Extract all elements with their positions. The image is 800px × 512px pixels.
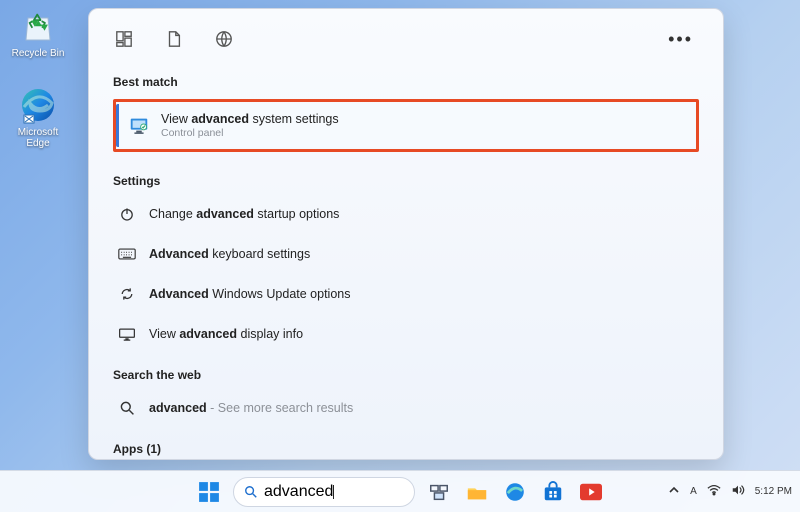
settings-result[interactable]: View advanced display info — [113, 316, 699, 352]
section-apps: Apps (1) — [113, 442, 699, 456]
search-icon — [244, 485, 258, 499]
text-bold: advanced — [191, 112, 249, 126]
language-indicator[interactable]: A — [690, 486, 697, 497]
highlight-annotation: View advanced system settings Control pa… — [113, 99, 699, 152]
volume-icon[interactable] — [731, 484, 745, 499]
system-tray[interactable]: A 5:12 PM — [668, 484, 792, 499]
taskbar-app-store[interactable] — [539, 478, 567, 506]
t: advanced — [179, 327, 237, 341]
t: Windows Update options — [209, 287, 351, 301]
t: Advanced — [149, 287, 209, 301]
display-icon — [117, 324, 137, 344]
text-post: system settings — [249, 112, 339, 126]
text-pre: View — [161, 112, 191, 126]
t: Change — [149, 207, 196, 221]
web-result[interactable]: advanced - See more search results — [113, 390, 699, 426]
t: display info — [237, 327, 303, 341]
text-caret — [333, 485, 334, 499]
taskbar-center: advanced — [195, 477, 605, 507]
settings-results-list: Change advanced startup options Advanced… — [113, 196, 699, 352]
taskbar-search[interactable]: advanced — [233, 477, 415, 507]
taskbar: advanced A 5:12 PM — [0, 470, 800, 512]
task-view-button[interactable] — [425, 478, 453, 506]
filter-web-icon[interactable] — [213, 28, 235, 50]
best-match-subtitle: Control panel — [161, 127, 339, 139]
clock-time: 5:12 PM — [755, 486, 792, 497]
taskbar-app-generic[interactable] — [577, 478, 605, 506]
filter-documents-icon[interactable] — [163, 28, 185, 50]
recycle-bin-icon — [18, 6, 58, 46]
keyboard-icon — [117, 244, 137, 264]
search-results-flyout: ••• Best match View advanced system sett… — [88, 8, 724, 460]
taskbar-app-edge[interactable] — [501, 478, 529, 506]
section-settings: Settings — [113, 174, 699, 188]
t: advanced — [149, 401, 207, 415]
t: advanced — [196, 207, 254, 221]
desktop-icon-label: Microsoft Edge — [18, 127, 59, 149]
t: keyboard settings — [209, 247, 310, 261]
desktop-icon-edge[interactable]: Microsoft Edge — [6, 85, 70, 149]
start-button[interactable] — [195, 478, 223, 506]
best-match-text: View advanced system settings Control pa… — [161, 112, 339, 139]
t: View — [149, 327, 179, 341]
desktop-icon-recycle-bin[interactable]: Recycle Bin — [6, 6, 70, 59]
more-options-button[interactable]: ••• — [662, 29, 699, 50]
settings-result[interactable]: Change advanced startup options — [113, 196, 699, 232]
settings-result[interactable]: Advanced Windows Update options — [113, 276, 699, 312]
power-icon — [117, 204, 137, 224]
update-icon — [117, 284, 137, 304]
taskbar-app-explorer[interactable] — [463, 478, 491, 506]
clock[interactable]: 5:12 PM — [755, 486, 792, 497]
desktop-icons: Recycle Bin Microsoft Edge — [6, 6, 70, 149]
t: Advanced — [149, 247, 209, 261]
filter-apps-icon[interactable] — [113, 28, 135, 50]
search-input-value: advanced — [264, 483, 333, 501]
chevron-up-icon[interactable] — [668, 484, 680, 499]
search-scope-filters: ••• — [113, 21, 699, 57]
t: startup options — [254, 207, 339, 221]
t: - See more search results — [207, 401, 354, 415]
monitor-settings-icon — [127, 114, 151, 138]
best-match-result[interactable]: View advanced system settings Control pa… — [116, 104, 696, 147]
wifi-icon[interactable] — [707, 484, 721, 499]
edge-icon — [18, 85, 58, 125]
section-best-match: Best match — [113, 75, 699, 89]
desktop-icon-label: Recycle Bin — [12, 48, 65, 59]
search-icon — [117, 398, 137, 418]
settings-result[interactable]: Advanced keyboard settings — [113, 236, 699, 272]
section-search-web: Search the web — [113, 368, 699, 382]
